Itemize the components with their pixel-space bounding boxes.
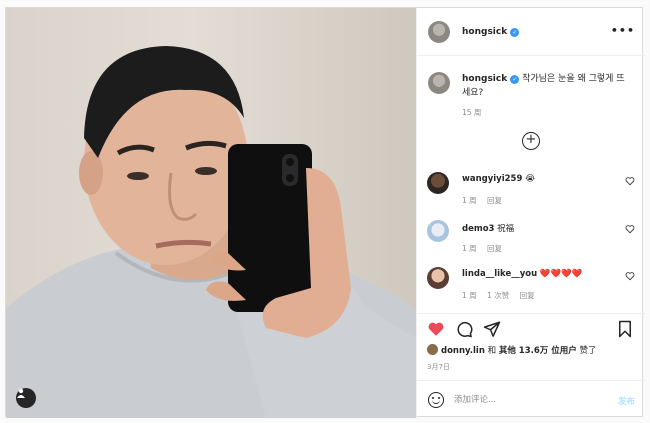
comment-username[interactable]: demo3 (462, 224, 494, 234)
likes-suffix: 赞了 (579, 346, 597, 356)
comment-time[interactable]: 1 周 (462, 244, 477, 253)
post-header: hongsick ✓ ••• (417, 8, 645, 56)
comment-username[interactable]: wangyiyi259 (462, 174, 522, 184)
post-photo[interactable] (6, 8, 416, 418)
caption-author-avatar[interactable] (428, 72, 450, 94)
comment-meta: 1 周 回复 (462, 243, 510, 254)
comment-like-heart-icon[interactable] (625, 176, 635, 186)
commenter-avatar[interactable] (427, 267, 449, 289)
comment-item: linda__like__you ❤️❤️❤️❤️ 1 周 1 次赞 回复 (427, 265, 637, 305)
reply-button[interactable]: 回复 (520, 291, 535, 300)
more-options-icon[interactable]: ••• (611, 24, 635, 37)
comment-text-line: linda__like__you ❤️❤️❤️❤️ (462, 269, 582, 279)
likes-conjunction: 和 (487, 346, 497, 356)
save-bookmark-icon[interactable] (617, 320, 633, 338)
likes-others-link[interactable]: 其他 13.6万 位用户 (499, 346, 577, 356)
load-more-comments-icon[interactable]: + (522, 132, 540, 150)
post-modal: hongsick ✓ ••• hongsick ✓ 작가님은 눈을 왜 그렇게 뜨세… (5, 7, 645, 418)
commenter-avatar[interactable] (427, 172, 449, 194)
caption-time[interactable]: 15 周 (462, 108, 481, 117)
comment-time[interactable]: 1 周 (462, 291, 477, 300)
comment-like-heart-icon[interactable] (625, 271, 635, 281)
caption-username[interactable]: hongsick (462, 74, 507, 84)
comment-body: 祝福 (497, 224, 515, 234)
post-comment-button[interactable]: 发布 (618, 395, 635, 407)
author-name-wrap: hongsick ✓ (462, 27, 520, 37)
comment-item: demo3 祝福 1 周 回复 (427, 218, 637, 258)
commenter-avatar[interactable] (427, 220, 449, 242)
liker-avatar[interactable] (427, 344, 438, 355)
page-background: hongsick ✓ ••• hongsick ✓ 작가님은 눈을 왜 그렇게 뜨세… (0, 0, 650, 423)
likes-summary: donny.lin 和 其他 13.6万 位用户 赞了 (427, 344, 596, 356)
comment-time[interactable]: 1 周 (462, 196, 477, 205)
post-side-panel: hongsick ✓ ••• hongsick ✓ 작가님은 눈을 왜 그렇게 뜨세… (416, 8, 645, 418)
comment-body: 😭 (525, 174, 536, 184)
share-send-icon[interactable] (483, 320, 501, 338)
reply-button[interactable]: 回复 (487, 196, 502, 205)
comment-like-heart-icon[interactable] (625, 224, 635, 234)
author-username[interactable]: hongsick (462, 27, 507, 37)
comment-text-line: demo3 祝福 (462, 222, 514, 234)
comment-body: ❤️❤️❤️❤️ (539, 269, 583, 279)
user-tag-icon[interactable] (16, 388, 36, 408)
reply-button[interactable]: 回复 (487, 244, 502, 253)
comment-username[interactable]: linda__like__you (462, 269, 537, 279)
author-avatar[interactable] (428, 21, 450, 43)
comment-icon[interactable] (455, 320, 473, 338)
liker-username[interactable]: donny.lin (441, 346, 485, 356)
verified-badge-icon: ✓ (510, 28, 520, 37)
comment-meta: 1 周 1 次赞 回复 (462, 290, 543, 301)
comment-text-line: wangyiyi259 😭 (462, 174, 535, 184)
post-date[interactable]: 3月7日 (427, 362, 450, 372)
post-caption: hongsick ✓ 작가님은 눈을 왜 그렇게 뜨세요? 15 周 (462, 72, 632, 120)
comment-meta: 1 周 回复 (462, 195, 510, 206)
add-comment-input[interactable] (454, 391, 604, 409)
comment-item: wangyiyi259 😭 1 周 回复 (427, 170, 637, 210)
add-comment-bar: 发布 (417, 380, 645, 418)
action-bar (417, 313, 645, 343)
selfie-illustration (6, 46, 416, 418)
comment-like-count[interactable]: 1 次赞 (487, 291, 509, 300)
like-heart-icon[interactable] (427, 320, 445, 338)
verified-badge-icon: ✓ (510, 75, 520, 84)
emoji-smiley-icon[interactable] (428, 392, 444, 408)
